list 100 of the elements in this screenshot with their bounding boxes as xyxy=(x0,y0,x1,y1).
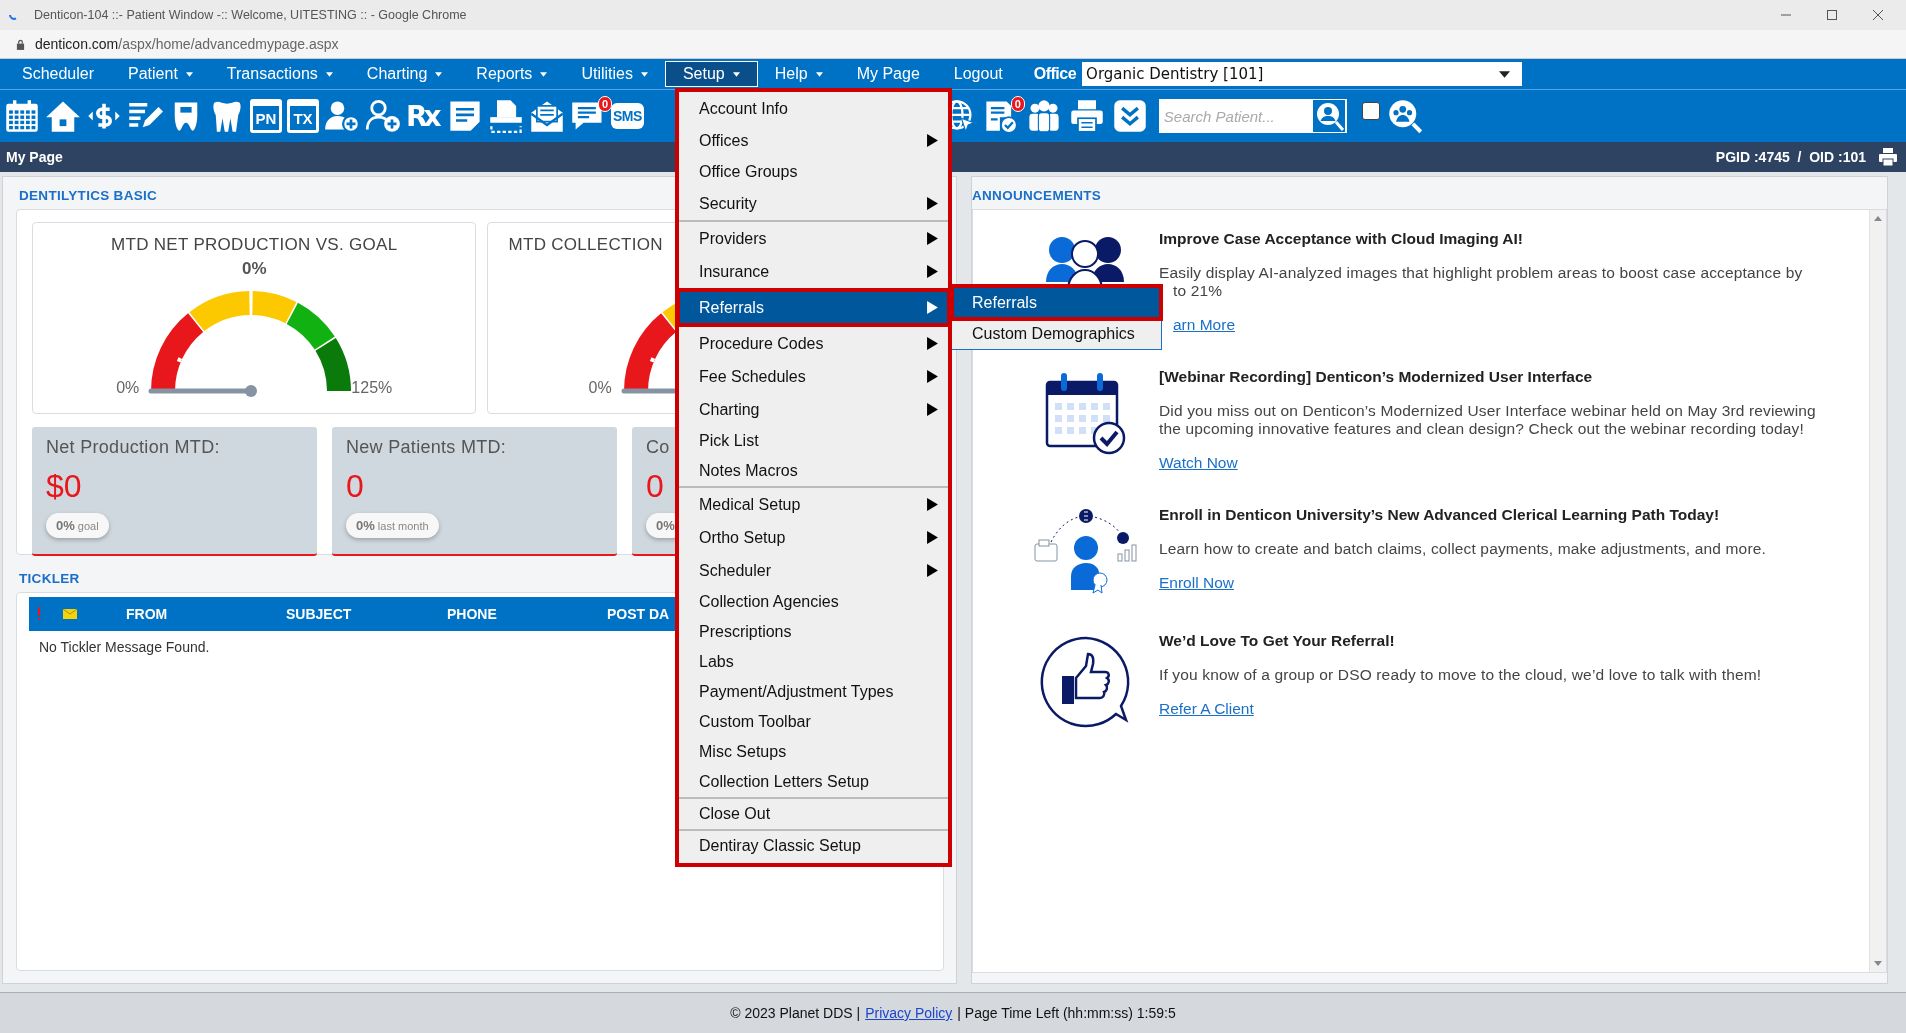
comparison-pill: 0% goal xyxy=(46,513,109,538)
add-person-icon[interactable] xyxy=(365,98,401,134)
nav-menu-item[interactable]: Utilities xyxy=(564,61,665,87)
menu-item[interactable]: Notes Macros xyxy=(679,456,948,486)
comparison-pill: 0% last month xyxy=(346,513,439,538)
menu-item[interactable]: Collection Letters Setup xyxy=(679,767,948,797)
menu-item[interactable]: Labs xyxy=(679,647,948,677)
menu-item[interactable]: Ortho Setup xyxy=(679,521,948,554)
announcement-link[interactable]: Enroll Now xyxy=(1159,574,1234,592)
column-header[interactable]: POST DA xyxy=(607,606,670,622)
tx-button[interactable]: TX xyxy=(287,99,319,133)
office-select[interactable]: Organic Dentistry [101] xyxy=(1082,62,1523,86)
printer-icon[interactable] xyxy=(1878,147,1898,167)
nav-menu-item[interactable]: Reports xyxy=(459,61,565,87)
nav-menu-item[interactable]: My Page xyxy=(839,61,937,87)
submenu-arrow-icon xyxy=(927,403,938,416)
menu-item[interactable]: Providers xyxy=(679,222,948,255)
caret-icon xyxy=(325,71,333,77)
privacy-policy-link[interactable]: Privacy Policy xyxy=(865,1005,953,1021)
submenu-arrow-icon xyxy=(927,197,938,210)
menu-item[interactable]: Fee Schedules xyxy=(679,360,948,393)
calendar-icon[interactable] xyxy=(4,98,40,134)
nav-menu-item[interactable]: Charting xyxy=(349,61,460,87)
submenu-arrow-icon xyxy=(927,232,938,245)
url-text[interactable]: denticon.com/aspx/home/advancedmypage.aspx xyxy=(35,36,339,52)
menu-item[interactable]: Referrals xyxy=(952,286,1161,319)
priority-icon xyxy=(37,607,41,621)
column-header[interactable]: PHONE xyxy=(447,606,497,622)
announcement-title: [Webinar Recording] Denticon’s Modernized User Interface xyxy=(1159,368,1593,386)
unread-count: 0 xyxy=(1010,96,1025,112)
menu-item[interactable]: Procedure Codes xyxy=(679,327,948,360)
announcement-text: Easily display AI-analyzed images that highlight problem areas to boost case acceptance by xyxy=(1159,264,1803,282)
envelope-icon xyxy=(63,609,77,619)
stat-value: 0 xyxy=(646,468,664,505)
scroll-down-icon[interactable] xyxy=(1874,961,1882,966)
menu-item[interactable]: Referrals xyxy=(679,291,948,324)
chevron-down-icon[interactable] xyxy=(1111,98,1148,134)
close-icon[interactable] xyxy=(1872,9,1884,21)
menu-item[interactable]: Charting xyxy=(679,393,948,426)
printer-icon[interactable] xyxy=(1068,98,1105,134)
menu-item[interactable]: Close Out xyxy=(679,799,948,829)
menu-item[interactable]: Scheduler xyxy=(679,554,948,587)
submenu-arrow-icon xyxy=(927,301,938,314)
page-ids: PGID :4745 / OID :101 xyxy=(1715,149,1866,165)
column-header[interactable]: FROM xyxy=(126,606,168,622)
menu-item[interactable]: Custom Demographics xyxy=(952,319,1161,349)
checkbox[interactable] xyxy=(1361,102,1380,120)
announcement-text: Learn how to create and batch claims, collect payments, make adjustments, and more. xyxy=(1159,540,1766,558)
nav-menu-item[interactable]: Logout xyxy=(936,61,1020,87)
menu-item[interactable]: Account Info xyxy=(679,94,948,124)
nav-menu-item[interactable]: Transactions xyxy=(209,61,350,87)
submenu-arrow-icon xyxy=(927,337,938,350)
caret-icon xyxy=(1499,70,1511,78)
stat-label: Net Production MTD: xyxy=(46,437,220,458)
menu-item[interactable]: Payment/Adjustment Types xyxy=(679,677,948,707)
pn-button[interactable]: PN xyxy=(250,99,282,133)
gauge-max-label: 125% xyxy=(351,379,393,397)
nav-menu-item[interactable]: Scheduler xyxy=(5,61,112,87)
announcement-text: the upcoming innovative features and clean design? Check out the webinar recording today! xyxy=(1159,420,1804,438)
menu-item[interactable]: Collection Agencies xyxy=(679,587,948,617)
maximize-icon[interactable] xyxy=(1826,9,1838,21)
sms-button[interactable]: SMS xyxy=(611,103,644,129)
gauge-title: MTD COLLECTION xyxy=(508,235,663,255)
menu-item[interactable]: Office Groups xyxy=(679,157,948,187)
office-label: Office xyxy=(1033,65,1077,83)
search-icon[interactable] xyxy=(1311,100,1346,132)
menu-item[interactable]: Pick List xyxy=(679,426,948,456)
announcement-text: Did you miss out on Denticon’s Modernized User Interface webinar held on May 3rd reviewing xyxy=(1159,402,1816,420)
scanner-icon[interactable] xyxy=(488,98,524,134)
menu-item[interactable]: Dentiray Classic Setup xyxy=(679,831,948,861)
submenu-arrow-icon xyxy=(927,498,938,511)
nav-menu-item[interactable]: Patient xyxy=(111,61,210,87)
add-person-icon[interactable] xyxy=(324,98,360,134)
scrollbar[interactable] xyxy=(1869,210,1886,972)
menu-item[interactable]: Misc Setups xyxy=(679,737,948,767)
stat-label: Co xyxy=(646,437,670,458)
menu-item[interactable]: Medical Setup xyxy=(679,488,948,521)
menu-item[interactable]: Custom Toolbar xyxy=(679,707,948,737)
lock-icon xyxy=(16,38,25,50)
note-icon[interactable] xyxy=(447,98,483,134)
submenu-arrow-icon xyxy=(927,370,938,383)
nav-menu-item[interactable]: Help xyxy=(757,61,840,87)
nav-menu-item[interactable]: Setup xyxy=(664,61,758,87)
rx-button[interactable]: Rx xyxy=(406,99,442,133)
scroll-up-icon[interactable] xyxy=(1874,216,1882,221)
column-header[interactable]: SUBJECT xyxy=(286,606,352,622)
menu-item[interactable]: Offices xyxy=(679,124,948,157)
caret-icon xyxy=(640,71,648,77)
group-search-icon[interactable] xyxy=(1386,98,1423,134)
caret-icon xyxy=(732,71,740,77)
menu-item[interactable]: Insurance xyxy=(679,255,948,288)
gauge-min-label: 0% xyxy=(116,379,140,397)
menu-item[interactable]: Security xyxy=(679,187,948,220)
menu-item[interactable]: Prescriptions xyxy=(679,617,948,647)
announcement-link[interactable]: arn More xyxy=(1159,316,1236,334)
announcement-link[interactable]: Refer A Client xyxy=(1159,700,1254,718)
gauge-reading: 0% xyxy=(241,259,267,279)
announcement-link[interactable]: Watch Now xyxy=(1159,454,1238,472)
stat-label: New Patients MTD: xyxy=(346,437,507,458)
gauge-title: MTD NET PRODUCTION VS. GOAL xyxy=(111,235,398,255)
